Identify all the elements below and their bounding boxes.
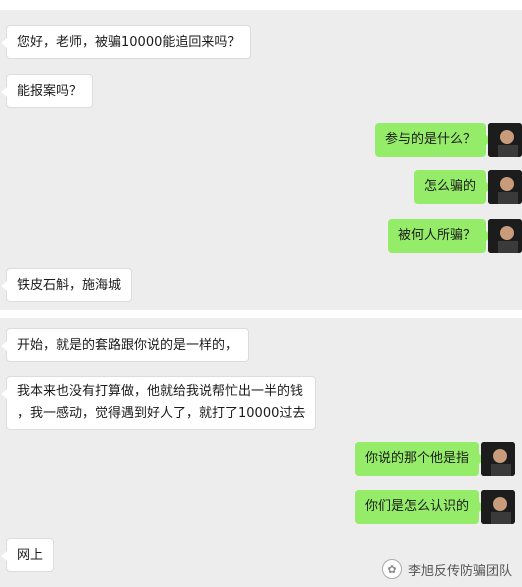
message-text: 您好，老师，被骗10000能追回来吗？ [17, 35, 241, 50]
message-text: 能报案吗？ [17, 84, 83, 99]
message-incoming[interactable]: 网上 [0, 538, 55, 572]
message-text: 网上 [17, 548, 44, 563]
watermark-text: 李旭反传防骗团队 [407, 563, 512, 579]
wechat-official-account-icon: ✿ [381, 559, 402, 579]
message-incoming[interactable]: 您好，老师，被骗10000能追回来吗？ [0, 25, 252, 59]
avatar[interactable] [488, 123, 522, 157]
message-incoming[interactable]: 能报案吗？ [0, 74, 94, 108]
message-text: 参与的是什么？ [384, 132, 476, 147]
message-text: 你说的那个他是指 [364, 451, 469, 466]
chat-panel-bottom: 开始，就是的套路跟你说的是一样的， 我本来也没有打算做，他就给我说帮忙出一半的钱… [0, 318, 522, 587]
avatar[interactable] [481, 442, 515, 476]
message-text: 铁皮石斛，施海城 [17, 278, 122, 293]
message-outgoing[interactable]: 你们是怎么认识的 [354, 490, 486, 524]
avatar-photo-icon [488, 170, 522, 204]
avatar-photo-icon [488, 219, 522, 253]
message-text-line: 我本来也没有打算做，他就给我说帮忙出一半的钱 [17, 384, 304, 399]
message-outgoing[interactable]: 你说的那个他是指 [354, 442, 486, 476]
avatar[interactable] [488, 219, 522, 253]
avatar-photo-icon [488, 123, 522, 157]
message-outgoing[interactable]: 被何人所骗？ [387, 219, 493, 253]
avatar[interactable] [481, 490, 515, 524]
message-outgoing[interactable]: 怎么骗的 [413, 170, 493, 204]
message-incoming[interactable]: 铁皮石斛，施海城 [0, 268, 133, 302]
message-text-line: ，我一感动，觉得遇到好人了，就打了10000过去 [17, 406, 306, 421]
message-text: 怎么骗的 [423, 179, 476, 194]
avatar-photo-icon [481, 442, 515, 476]
avatar[interactable] [488, 170, 522, 204]
message-incoming[interactable]: 我本来也没有打算做，他就给我说帮忙出一半的钱 ，我一感动，觉得遇到好人了，就打了… [0, 376, 317, 430]
message-incoming[interactable]: 开始，就是的套路跟你说的是一样的， [0, 328, 250, 362]
message-text: 开始，就是的套路跟你说的是一样的， [17, 338, 239, 353]
watermark: ✿ 李旭反传防骗团队 [381, 559, 512, 579]
avatar-photo-icon [481, 490, 515, 524]
chat-panel-top: 您好，老师，被骗10000能追回来吗？ 能报案吗？ 参与的是什么？ 怎么骗的 被… [0, 10, 522, 310]
message-outgoing[interactable]: 参与的是什么？ [374, 123, 493, 157]
message-text: 你们是怎么认识的 [364, 499, 469, 514]
message-text: 被何人所骗？ [397, 228, 476, 243]
